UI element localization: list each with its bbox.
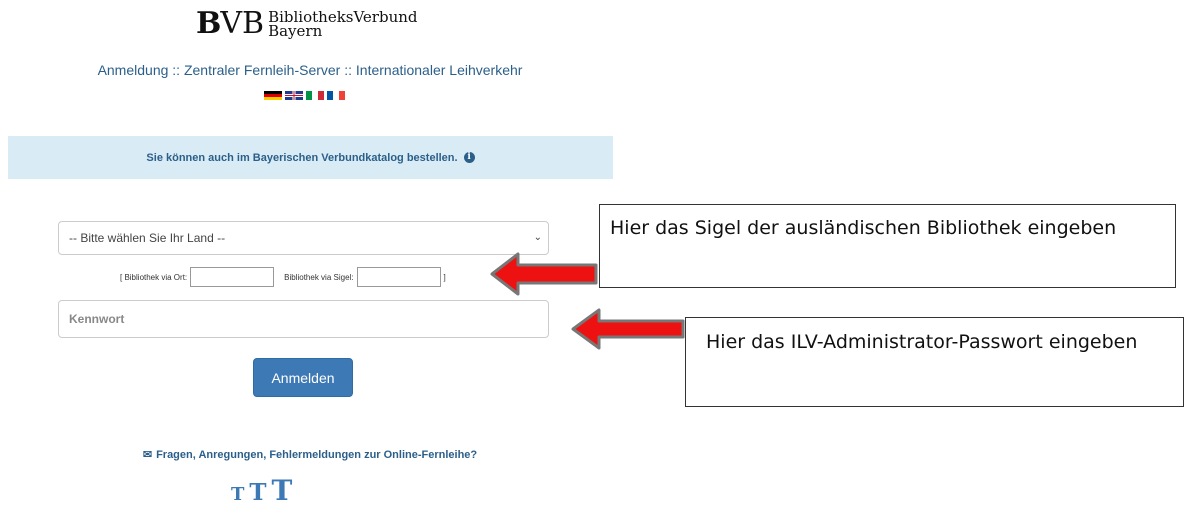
info-icon[interactable]: i <box>463 152 475 163</box>
language-switcher <box>264 91 345 100</box>
font-size-small-button[interactable]: T <box>231 484 244 506</box>
via-sigel-label: Bibliothek via Sigel: <box>284 272 354 282</box>
ort-input[interactable] <box>190 267 275 287</box>
info-banner: Sie können auch im Bayerischen Verbundka… <box>8 136 613 179</box>
logo-text: BibliotheksVerbund Bayern <box>268 10 417 40</box>
page-subtitle: Anmeldung :: Zentraler Fernleih-Server :… <box>97 62 523 78</box>
annotation-password: Hier das ILV-Administrator-Passwort eing… <box>685 317 1184 407</box>
password-field[interactable] <box>58 300 549 338</box>
logo-mark-vb: VB <box>220 6 265 41</box>
gb-flag-icon[interactable] <box>285 91 303 100</box>
feedback-text: Fragen, Anregungen, Fehlermeldungen zur … <box>156 449 478 461</box>
login-button[interactable]: Anmelden <box>253 358 353 397</box>
feedback-link[interactable]: ✉ Fragen, Anregungen, Fehlermeldungen zur… <box>0 448 620 461</box>
envelope-icon: ✉ <box>142 449 153 461</box>
font-size-switcher: T T T <box>231 476 292 506</box>
annotation-sigel: Hier das Sigel der ausländischen Bibliot… <box>599 204 1176 288</box>
country-select[interactable]: -- Bitte wählen Sie Ihr Land -- ⌄ <box>58 221 549 255</box>
via-ort-label: [ Bibliothek via Ort: <box>120 272 188 282</box>
bvb-logo: B VB BibliotheksVerbund Bayern <box>196 8 418 44</box>
it-flag-icon[interactable] <box>306 91 324 100</box>
font-size-large-button[interactable]: T <box>272 476 293 506</box>
arrow-to-password-icon <box>571 308 685 350</box>
info-text[interactable]: Sie können auch im Bayerischen Verbundka… <box>146 152 457 164</box>
de-flag-icon[interactable] <box>264 91 282 100</box>
logo-line-2: Bayern <box>268 22 323 40</box>
fr-flag-icon[interactable] <box>327 91 345 100</box>
logo-mark-b: B <box>196 6 222 41</box>
country-select-value: -- Bitte wählen Sie Ihr Land -- <box>69 231 226 245</box>
sigel-input[interactable] <box>356 267 441 287</box>
via-close-bracket: ] <box>443 272 446 282</box>
arrow-to-sigel-icon <box>490 252 598 296</box>
chevron-down-icon: ⌄ <box>533 232 542 243</box>
library-lookup-row: [ Bibliothek via Ort: Bibliothek via Sig… <box>120 267 446 287</box>
font-size-medium-button[interactable]: T <box>249 480 266 506</box>
